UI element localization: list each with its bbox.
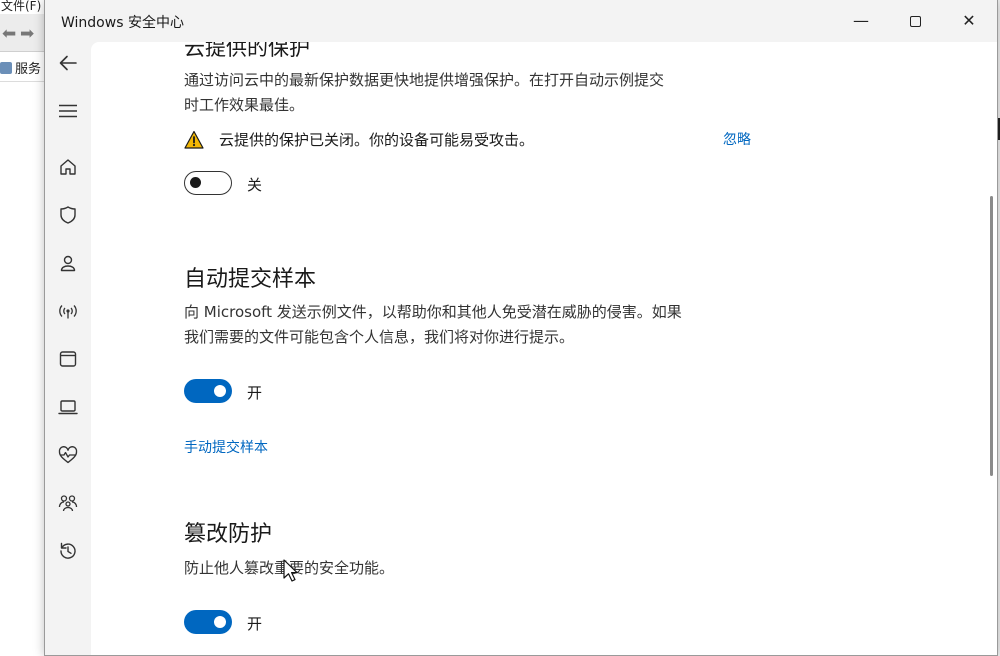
background-tree: 服务 <box>0 52 44 82</box>
hamburger-icon <box>59 104 77 118</box>
auto-submit-description-line2: 我们需要的文件可能包含个人信息，我们将对你进行提示。 <box>184 328 575 346</box>
auto-submit-toggle-label: 开 <box>247 384 263 402</box>
nav-device-security[interactable] <box>51 392 85 422</box>
manual-submit-link[interactable]: 手动提交样本 <box>184 437 268 457</box>
close-button[interactable]: ✕ <box>946 8 992 34</box>
back-arrow-icon[interactable]: ⬅ <box>2 24 16 44</box>
background-left-pane <box>0 82 44 656</box>
tamper-protection-toggle[interactable] <box>184 610 232 634</box>
nav-account-protection[interactable] <box>51 248 85 278</box>
navigation-rail <box>45 42 91 655</box>
background-toolbar: ⬅ ➡ <box>0 14 44 52</box>
content-pane: 云提供的保护 通过访问云中的最新保护数据更快地提供增强保护。在打开自动示例提交 … <box>91 42 997 655</box>
back-arrow-icon <box>59 55 77 71</box>
nav-firewall[interactable] <box>51 296 85 326</box>
cloud-protection-warning: 云提供的保护已关闭。你的设备可能易受攻击。 <box>219 131 535 149</box>
warning-icon <box>184 130 204 149</box>
background-menubar[interactable]: 文件(F) <box>0 0 44 14</box>
windows-security-window: Windows 安全中心 — ✕ 云提供的保护 通过访问云中的最新保护数据更快地… <box>44 0 998 656</box>
cloud-protection-description-line2: 时工作效果最佳。 <box>184 96 305 114</box>
auto-submit-title: 自动提交样本 <box>184 267 317 292</box>
window-title: Windows 安全中心 <box>61 15 184 31</box>
tamper-protection-toggle-label: 开 <box>247 615 263 633</box>
history-icon <box>60 542 76 559</box>
menu-button[interactable] <box>51 96 85 126</box>
nav-protection-history[interactable] <box>51 536 85 566</box>
ignore-link[interactable]: 忽略 <box>723 129 751 149</box>
app-window-icon <box>59 351 77 367</box>
person-icon <box>60 255 76 272</box>
nav-virus-protection[interactable] <box>51 200 85 230</box>
auto-submit-description-line1: 向 Microsoft 发送示例文件，以帮助你和其他人免受潜在威胁的侵害。如果 <box>184 303 682 321</box>
laptop-icon <box>58 400 78 415</box>
maximize-button[interactable] <box>892 8 938 34</box>
cloud-protection-description-line1: 通过访问云中的最新保护数据更快地提供增强保护。在打开自动示例提交 <box>184 71 665 89</box>
wireless-icon <box>59 305 77 319</box>
nav-device-performance[interactable] <box>51 440 85 470</box>
background-tree-label: 服务 <box>15 62 42 77</box>
shield-icon <box>60 206 76 224</box>
minimize-button[interactable]: — <box>838 8 884 34</box>
family-icon <box>58 495 78 512</box>
close-icon: ✕ <box>962 11 976 30</box>
home-icon <box>60 159 76 175</box>
cloud-protection-title: 云提供的保护 <box>184 42 310 60</box>
nav-home[interactable] <box>51 152 85 182</box>
auto-submit-toggle[interactable] <box>184 379 232 403</box>
services-icon <box>0 62 12 74</box>
tamper-protection-title: 篡改防护 <box>184 522 273 547</box>
back-button[interactable] <box>51 48 85 78</box>
toggle-knob <box>190 177 201 188</box>
title-bar[interactable]: Windows 安全中心 — ✕ <box>45 0 997 42</box>
cloud-protection-toggle-label: 关 <box>247 176 263 194</box>
maximize-icon <box>909 16 921 27</box>
minimize-icon: — <box>853 11 869 30</box>
cloud-protection-toggle[interactable] <box>184 171 232 195</box>
nav-app-browser-control[interactable] <box>51 344 85 374</box>
mouse-cursor-icon <box>283 559 298 582</box>
nav-family-options[interactable] <box>51 488 85 518</box>
background-tree-item[interactable]: 服务 <box>0 58 41 77</box>
vertical-scrollbar[interactable] <box>990 196 993 476</box>
toggle-knob <box>214 385 226 397</box>
heart-pulse-icon <box>58 446 78 464</box>
toggle-knob <box>214 616 226 628</box>
forward-arrow-icon[interactable]: ➡ <box>20 24 34 44</box>
